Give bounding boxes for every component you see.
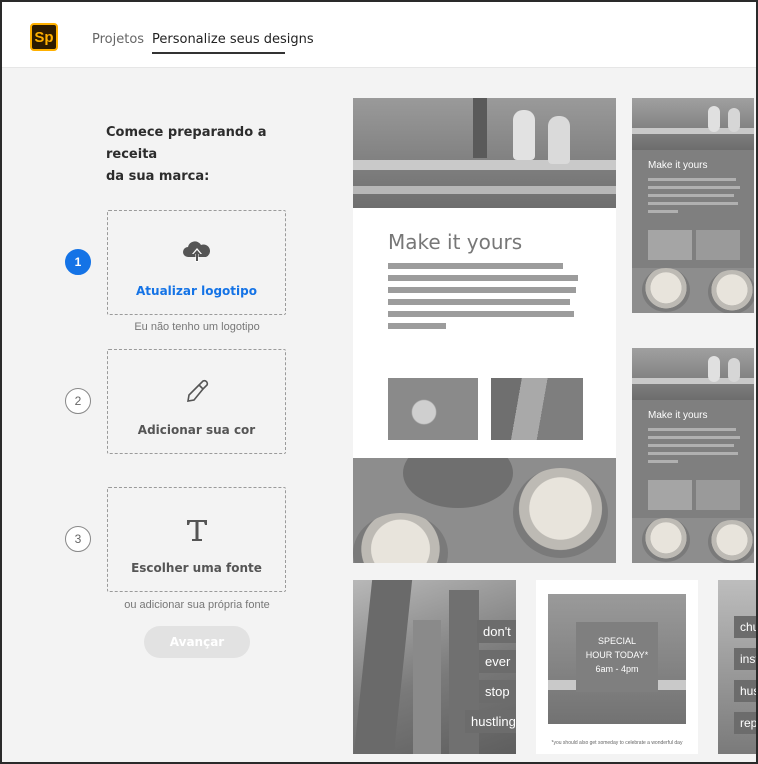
special-line-3: 6am - 4pm (595, 664, 639, 674)
choose-font-card[interactable]: Escolher uma fonte (107, 487, 286, 592)
design-tile-hustling[interactable]: don't ever stop hustling (353, 580, 516, 754)
partial-word-1: chu (734, 616, 756, 638)
tab-projects[interactable]: Projetos (92, 32, 144, 47)
spark-logo[interactable]: Sp (30, 23, 58, 51)
top-bar: Sp Projetos Personalize seus designs (2, 2, 756, 68)
design-tile-small-1[interactable]: Make it yours (632, 98, 754, 313)
partial-word-3: hus (734, 680, 756, 702)
hustle-word-2: ever (479, 650, 516, 673)
design-tile-small-2[interactable]: Make it yours (632, 348, 754, 563)
step-number-1: 1 (65, 249, 91, 275)
cloud-upload-icon (182, 239, 212, 270)
hustle-word-4: hustling (465, 710, 516, 733)
partial-word-4: rep (734, 712, 756, 734)
step-number-3: 3 (65, 526, 91, 552)
special-line-2: HOUR TODAY* (585, 650, 649, 660)
design-tile-partial[interactable]: chu inst hus rep (718, 580, 756, 754)
hustle-word-1: don't (477, 620, 516, 643)
intro-text: Comece preparando a receita da sua marca… (106, 122, 306, 188)
intro-line-2: da sua marca: (106, 169, 210, 184)
tab-personalize[interactable]: Personalize seus designs (152, 32, 314, 47)
muffin-photo (353, 458, 616, 563)
design-tile-make-it-yours[interactable]: Make it yours (353, 98, 616, 458)
add-color-label: Adicionar sua cor (137, 423, 256, 437)
active-tab-indicator (152, 52, 285, 54)
eyedropper-icon (184, 378, 210, 411)
small-heading-1: Make it yours (648, 160, 708, 171)
special-line-1: SPECIAL (597, 636, 637, 646)
upload-logo-card[interactable]: Atualizar logotipo (107, 210, 286, 315)
step-number-2: 2 (65, 388, 91, 414)
big-heading: Make it yours (388, 230, 523, 254)
text-T-icon (184, 516, 210, 549)
add-own-font-link[interactable]: ou adicionar sua própria fonte (92, 599, 302, 611)
upload-logo-label: Atualizar logotipo (136, 284, 257, 298)
no-logo-link[interactable]: Eu não tenho um logotipo (92, 321, 302, 333)
partial-word-2: inst (734, 648, 756, 670)
hustle-word-3: stop (479, 680, 516, 703)
special-footnote: *you should also get someday to celebrat… (551, 740, 683, 746)
intro-line-1: Comece preparando a receita (106, 125, 267, 162)
small-heading-2: Make it yours (648, 410, 708, 421)
add-color-card[interactable]: Adicionar sua cor (107, 349, 286, 454)
app-window: Sp Projetos Personalize seus designs Com… (0, 0, 758, 764)
market-photo (353, 98, 616, 208)
design-tile-special-hour[interactable]: SPECIAL HOUR TODAY* 6am - 4pm *you shoul… (536, 580, 698, 754)
choose-font-label: Escolher uma fonte (131, 561, 262, 575)
next-button[interactable]: Avançar (144, 626, 250, 658)
